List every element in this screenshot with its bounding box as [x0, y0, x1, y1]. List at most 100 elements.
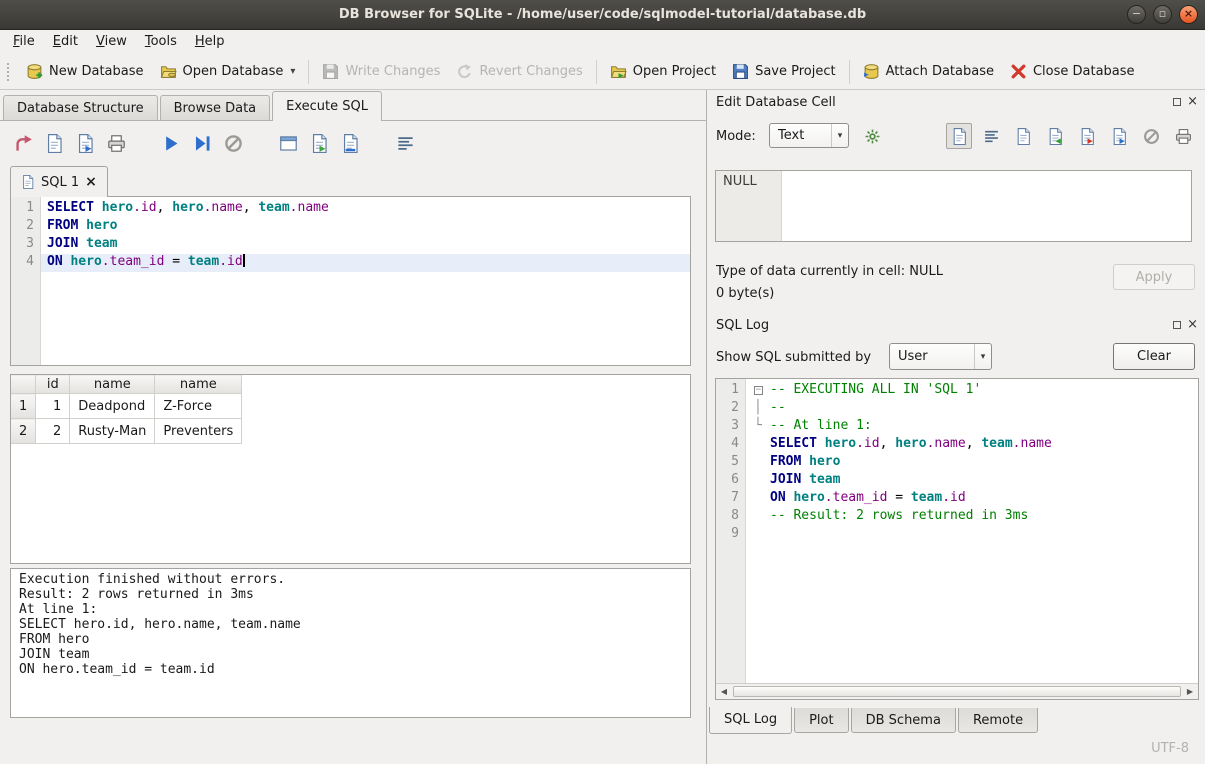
code-line[interactable]: ON hero.team_id = team.id [748, 490, 1198, 508]
editor-code-area[interactable]: SELECT hero.id, hero.name, team.nameFROM… [41, 197, 690, 365]
open-sql-file-icon[interactable] [45, 134, 64, 153]
toolbar-label: Open Database [183, 64, 284, 79]
tab-execute-sql[interactable]: Execute SQL [272, 91, 382, 121]
dock-tab-remote[interactable]: Remote [958, 708, 1038, 733]
scrollbar-thumb[interactable] [733, 686, 1181, 697]
column-header[interactable]: id [36, 375, 70, 394]
execute-all-icon[interactable] [162, 134, 181, 153]
fold-marker[interactable]: − [754, 382, 770, 397]
sql-token: hero [172, 200, 203, 215]
code-line[interactable]: JOIN team [41, 236, 690, 254]
text-view-button[interactable] [946, 123, 972, 149]
menu-file[interactable]: File [4, 30, 44, 54]
dock-tab-sql-log[interactable]: SQL Log [709, 707, 792, 734]
toolbar-separator [308, 60, 309, 84]
mode-select[interactable]: Text ▾ [769, 123, 849, 148]
column-header[interactable]: name [70, 375, 155, 394]
toolbar-drag-handle[interactable] [6, 62, 11, 82]
dock-tab-db-schema[interactable]: DB Schema [851, 708, 956, 733]
code-line[interactable] [748, 526, 1198, 544]
close-panel-icon[interactable]: × [1187, 97, 1198, 107]
table-cell[interactable]: Rusty-Man [70, 419, 155, 444]
sql-editor[interactable]: 1234 SELECT hero.id, hero.name, team.nam… [10, 196, 691, 366]
results-table[interactable]: idnamename11DeadpondZ-Force22Rusty-ManPr… [10, 374, 242, 444]
tab-database-structure[interactable]: Database Structure [3, 95, 158, 120]
open-database-button[interactable]: Open Database ▾ [152, 59, 304, 84]
code-line[interactable]: JOIN team [748, 472, 1198, 490]
code-line[interactable]: −-- EXECUTING ALL IN 'SQL 1' [748, 382, 1198, 400]
sql-token: hero [86, 218, 117, 233]
close-database-button[interactable]: Close Database [1002, 59, 1143, 84]
log-horizontal-scrollbar[interactable]: ◀ ▶ [716, 683, 1198, 699]
set-null-button[interactable] [1138, 123, 1164, 149]
line-number: 4 [716, 436, 745, 454]
open-database-dropdown-icon[interactable]: ▾ [290, 66, 295, 77]
tab-browse-data[interactable]: Browse Data [160, 95, 271, 120]
sql-log-view[interactable]: 123456789 −-- EXECUTING ALL IN 'SQL 1'│-… [715, 378, 1199, 700]
code-line[interactable]: -- Result: 2 rows returned in 3ms [748, 508, 1198, 526]
sql-token: hero [825, 436, 856, 451]
table-cell[interactable]: 1 [36, 394, 70, 419]
table-cell[interactable]: Preventers [155, 419, 242, 444]
print-cell-button[interactable] [1170, 123, 1196, 149]
cell-type-info: Type of data currently in cell: NULL [716, 264, 943, 279]
new-database-button[interactable]: New Database [18, 59, 152, 84]
menu-edit[interactable]: Edit [44, 30, 87, 54]
scroll-left-icon[interactable]: ◀ [716, 687, 732, 696]
import-cell-button[interactable] [1042, 123, 1068, 149]
code-line[interactable]: FROM hero [748, 454, 1198, 472]
save-sql-file-icon[interactable] [76, 134, 95, 153]
code-line[interactable]: │-- [748, 400, 1198, 418]
minimize-button[interactable]: − [1127, 5, 1146, 24]
open-project-button[interactable]: Open Project [602, 59, 724, 84]
attach-database-button[interactable]: Attach Database [855, 59, 1002, 84]
scroll-right-icon[interactable]: ▶ [1182, 687, 1198, 696]
float-panel-icon[interactable] [1173, 321, 1181, 329]
status-encoding: UTF-8 [1151, 741, 1189, 756]
float-panel-icon[interactable] [1173, 98, 1181, 106]
save-as-icon [1111, 128, 1128, 145]
column-header[interactable]: name [155, 375, 242, 394]
row-header[interactable]: 2 [11, 419, 36, 444]
cell-value-editor[interactable]: NULL [715, 170, 1192, 242]
format-sql-icon[interactable] [341, 134, 360, 153]
sql-token: .id [133, 200, 156, 215]
code-line[interactable]: SELECT hero.id, hero.name, team.name [748, 436, 1198, 454]
row-header[interactable]: 1 [11, 394, 36, 419]
dock-tab-plot[interactable]: Plot [794, 708, 849, 733]
execute-current-line-icon[interactable] [193, 134, 212, 153]
save-project-button[interactable]: Save Project [724, 59, 844, 84]
table-row[interactable]: 11DeadpondZ-Force [11, 394, 242, 419]
table-cell[interactable]: 2 [36, 419, 70, 444]
sql-query-tab[interactable]: SQL 1 × [10, 166, 108, 197]
close-button[interactable]: × [1179, 5, 1198, 24]
menu-tools[interactable]: Tools [136, 30, 186, 54]
table-cell[interactable]: Z-Force [155, 394, 242, 419]
menu-help[interactable]: Help [186, 30, 234, 54]
open-external-button[interactable] [1010, 123, 1036, 149]
code-line[interactable]: └-- At line 1: [748, 418, 1198, 436]
close-panel-icon[interactable]: × [1187, 320, 1198, 330]
save-as-button[interactable] [1106, 123, 1132, 149]
titlebar[interactable]: DB Browser for SQLite - /home/user/code/… [0, 0, 1205, 30]
code-line[interactable]: ON hero.team_id = team.id [41, 254, 690, 272]
bottom-dock-tab-bar: SQL Log Plot DB Schema Remote [709, 708, 1038, 734]
auto-switch-mode-button[interactable] [859, 123, 885, 149]
table-row[interactable]: 22Rusty-ManPreventers [11, 419, 242, 444]
code-line[interactable]: FROM hero [41, 218, 690, 236]
sql-tab-close-icon[interactable]: × [85, 174, 97, 190]
word-wrap-button[interactable] [978, 123, 1004, 149]
export-sql-icon[interactable] [310, 134, 329, 153]
log-filter-select[interactable]: User ▾ [889, 343, 992, 370]
table-cell[interactable]: Deadpond [70, 394, 155, 419]
menu-view[interactable]: View [87, 30, 136, 54]
maximize-button[interactable]: ▫ [1153, 5, 1172, 24]
results-grid[interactable]: idnamename11DeadpondZ-Force22Rusty-ManPr… [10, 374, 691, 564]
word-wrap-icon[interactable] [396, 134, 415, 153]
print-sql-icon[interactable] [107, 134, 126, 153]
code-line[interactable]: SELECT hero.id, hero.name, team.name [41, 200, 690, 218]
export-cell-button[interactable] [1074, 123, 1100, 149]
detach-tab-icon[interactable] [279, 134, 298, 153]
new-tab-icon[interactable] [14, 134, 33, 153]
clear-log-button[interactable]: Clear [1113, 343, 1195, 370]
